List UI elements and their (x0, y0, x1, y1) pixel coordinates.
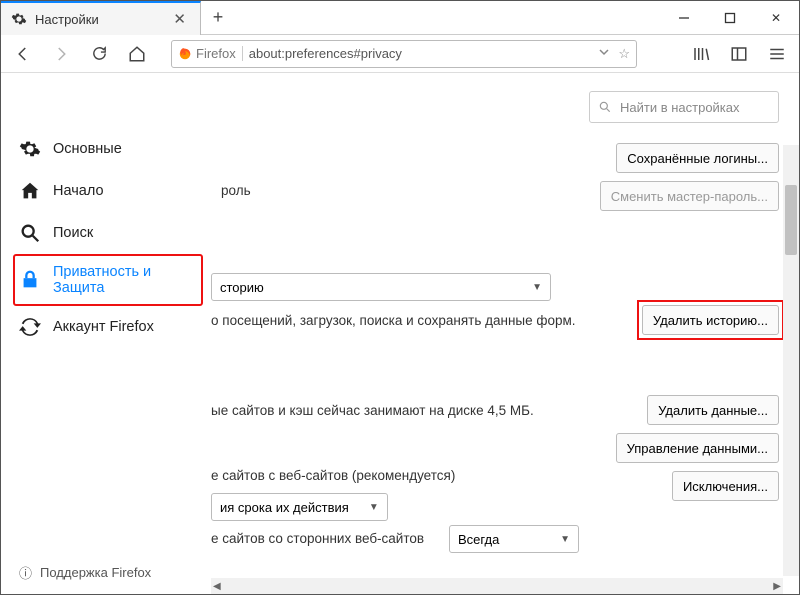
sidebar-item-general[interactable]: Основные (13, 128, 203, 170)
home-icon (19, 180, 41, 202)
help-icon: ⓘ (19, 563, 32, 582)
window-minimize-button[interactable] (661, 1, 707, 34)
history-description: о посещений, загрузок, поиска и сохранят… (211, 313, 576, 328)
saved-logins-button[interactable]: Сохранённые логины... (616, 143, 779, 173)
keep-until-dropdown[interactable]: ия срока их действия ▼ (211, 493, 388, 521)
text-fragment: роль (221, 183, 251, 198)
sidebar-item-account[interactable]: Аккаунт Firefox (13, 306, 203, 348)
search-icon (19, 222, 41, 244)
sidebar-button[interactable] (725, 40, 753, 68)
reload-button[interactable] (85, 40, 113, 68)
search-icon (598, 100, 612, 114)
manage-data-button[interactable]: Управление данными... (616, 433, 779, 463)
vertical-scrollbar[interactable] (783, 145, 799, 576)
third-party-cookies-text: е сайтов со сторонних веб-сайтов (211, 531, 424, 546)
address-bar[interactable]: Firefox about:preferences#privacy ☆ (171, 40, 637, 68)
window-maximize-button[interactable] (707, 1, 753, 34)
highlight-clear-history (637, 300, 784, 340)
chevron-down-icon: ▼ (369, 502, 379, 513)
sidebar-support-link[interactable]: ⓘ Поддержка Firefox (19, 563, 151, 582)
sidebar-item-label: Начало (53, 183, 104, 199)
scroll-left-icon[interactable]: ◀ (213, 581, 221, 592)
third-party-dropdown[interactable]: Всегда ▼ (449, 525, 579, 553)
exceptions-button[interactable]: Исключения... (672, 471, 779, 501)
scroll-right-icon[interactable]: ▶ (773, 581, 781, 592)
tab-title: Настройки (35, 12, 99, 27)
horizontal-scrollbar[interactable]: ◀ ▶ (211, 578, 783, 594)
sidebar-item-label: Поиск (53, 225, 93, 241)
library-button[interactable] (687, 40, 715, 68)
bookmark-star-icon[interactable]: ☆ (618, 46, 630, 62)
cookies-recommended-text: е сайтов с веб-сайтов (рекомендуется) (211, 468, 455, 483)
chevron-down-icon: ▼ (532, 282, 542, 293)
sidebar-item-privacy[interactable]: Приватность и Защита (13, 254, 203, 306)
identity-label: Firefox (196, 46, 236, 61)
browser-tab[interactable]: Настройки ✕ (1, 1, 201, 35)
change-master-password-button[interactable]: Сменить мастер-пароль... (600, 181, 779, 211)
sidebar-item-home[interactable]: Начало (13, 170, 203, 212)
window-close-button[interactable]: ✕ (753, 1, 799, 34)
history-mode-dropdown[interactable]: сторию ▼ (211, 273, 551, 301)
cache-description: ые сайтов и кэш сейчас занимают на диске… (211, 403, 534, 418)
home-button[interactable] (123, 40, 151, 68)
app-menu-button[interactable] (763, 40, 791, 68)
lock-icon (19, 269, 41, 291)
new-tab-button[interactable]: + (201, 1, 235, 34)
sidebar-item-search[interactable]: Поиск (13, 212, 203, 254)
sidebar-item-label: Основные (53, 141, 122, 157)
chevron-down-icon: ▼ (560, 534, 570, 545)
preferences-search-input[interactable]: Найти в настройках (589, 91, 779, 123)
firefox-icon (178, 47, 192, 61)
sidebar-item-label: Приватность и Защита (53, 264, 197, 296)
tab-close-icon[interactable]: ✕ (169, 8, 190, 30)
sync-icon (19, 316, 41, 338)
gear-icon (11, 11, 27, 27)
sidebar-item-label: Аккаунт Firefox (53, 319, 154, 335)
nav-back-button[interactable] (9, 40, 37, 68)
url-text: about:preferences#privacy (249, 46, 599, 61)
nav-forward-button[interactable] (47, 40, 75, 68)
scroll-thumb[interactable] (785, 185, 797, 255)
clear-data-button[interactable]: Удалить данные... (647, 395, 779, 425)
identity-box[interactable]: Firefox (178, 46, 243, 61)
gear-icon (19, 138, 41, 160)
dropdown-icon[interactable] (598, 46, 610, 61)
